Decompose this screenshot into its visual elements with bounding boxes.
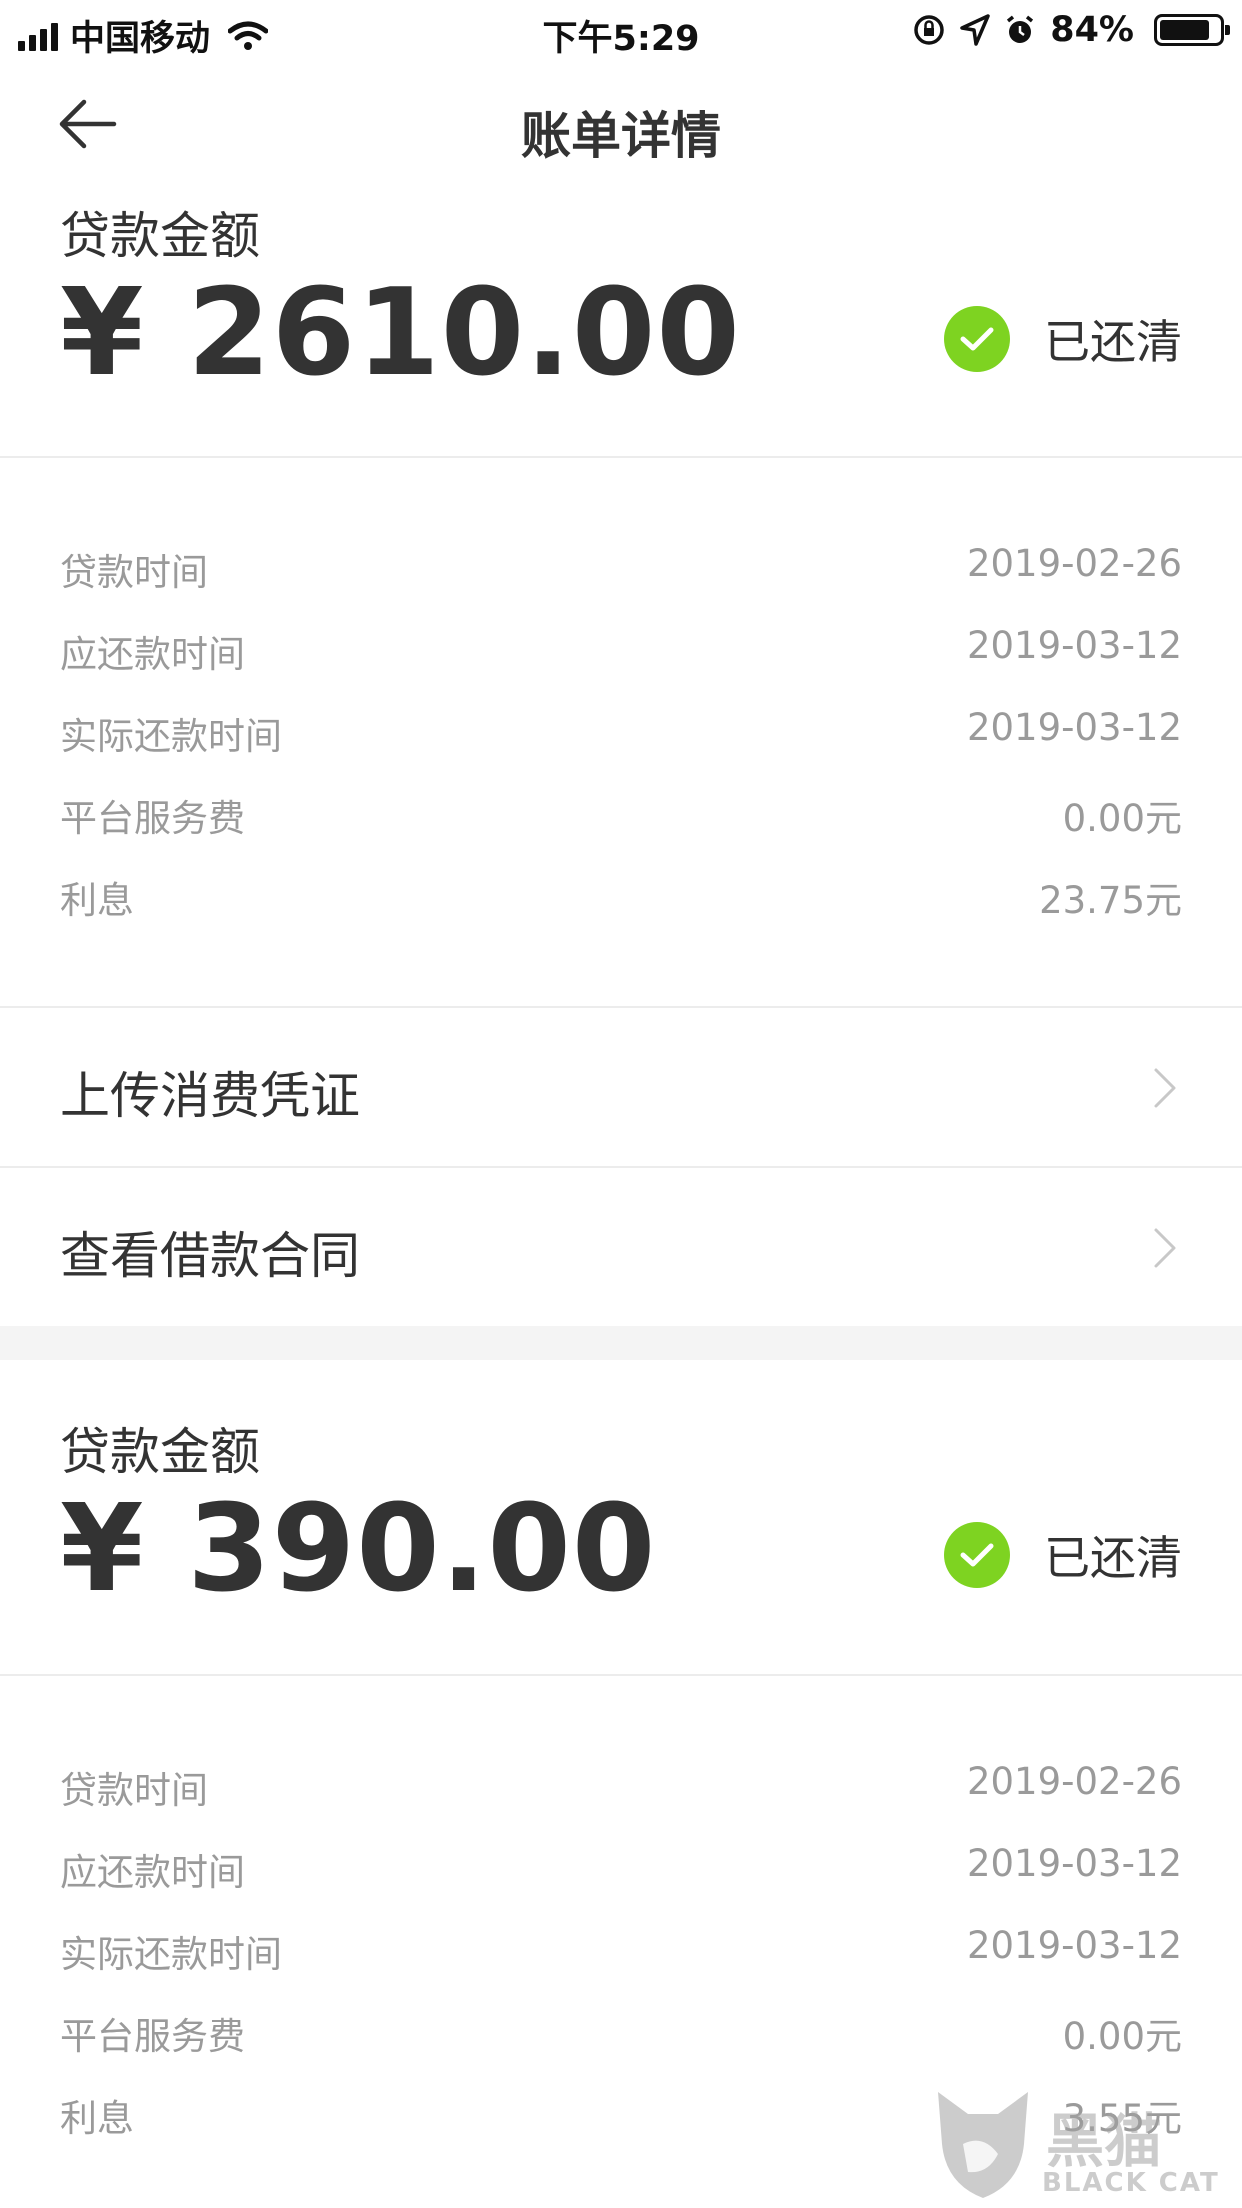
page-title: 账单详情 xyxy=(521,107,721,165)
detail-label: 实际还款时间 xyxy=(60,715,282,758)
detail-value: 0.00元 xyxy=(1062,797,1182,840)
chevron-right-icon xyxy=(1154,1228,1176,1268)
amount-label: 贷款金额 xyxy=(60,1423,260,1481)
detail-row-service-fee: 平台服务费 0.00元 xyxy=(0,2006,1242,2088)
detail-value: 2019-03-12 xyxy=(966,1842,1182,1885)
detail-value: 2019-03-12 xyxy=(966,1924,1182,1967)
status-text: 已还清 xyxy=(1044,315,1182,369)
divider xyxy=(0,1674,1242,1676)
detail-value: 0.00元 xyxy=(1062,2015,1182,2058)
upload-voucher-row[interactable]: 上传消费凭证 xyxy=(0,1008,1242,1166)
detail-label: 贷款时间 xyxy=(60,1769,208,1812)
detail-row-loan-date: 贷款时间 2019-02-26 xyxy=(0,542,1242,624)
detail-value: 23.75元 xyxy=(1039,879,1182,922)
rotation-lock-icon xyxy=(914,15,944,45)
check-circle-icon xyxy=(944,306,1010,372)
detail-label: 平台服务费 xyxy=(60,2015,245,2058)
detail-label: 应还款时间 xyxy=(60,1851,245,1894)
detail-row-service-fee: 平台服务费 0.00元 xyxy=(0,788,1242,870)
bill-card-2-header: 贷款金额 ¥ 390.00 已还清 xyxy=(0,1412,1242,1672)
view-contract-label: 查看借款合同 xyxy=(60,1227,360,1285)
loan-amount: ¥ 2610.00 xyxy=(60,264,741,403)
watermark: 黑猫 BLACK CAT xyxy=(928,2084,1228,2202)
amount-label: 贷款金额 xyxy=(60,207,260,265)
bill-card-1-details: 贷款时间 2019-02-26 应还款时间 2019-03-12 实际还款时间 201… xyxy=(0,542,1242,952)
detail-row-loan-date: 贷款时间 2019-02-26 xyxy=(0,1760,1242,1842)
nav-bar: 账单详情 xyxy=(0,62,1242,192)
detail-row-interest: 利息 23.75元 xyxy=(0,870,1242,952)
detail-label: 应还款时间 xyxy=(60,633,245,676)
divider xyxy=(0,456,1242,458)
view-contract-row[interactable]: 查看借款合同 xyxy=(0,1168,1242,1326)
status-badge: 已还清 xyxy=(944,1522,1182,1588)
detail-value: 2019-02-26 xyxy=(966,542,1182,585)
detail-label: 实际还款时间 xyxy=(60,1933,282,1976)
alarm-icon xyxy=(1007,15,1034,43)
detail-label: 平台服务费 xyxy=(60,797,245,840)
status-badge: 已还清 xyxy=(944,306,1182,372)
cat-logo-icon xyxy=(938,2092,1028,2198)
watermark-text: 黑猫 xyxy=(1046,2107,1163,2175)
detail-label: 贷款时间 xyxy=(60,551,208,594)
status-bar: 中国移动 下午5:29 84% xyxy=(0,0,1242,62)
detail-label: 利息 xyxy=(60,879,134,922)
battery-icon xyxy=(1154,14,1230,46)
chevron-right-icon xyxy=(1154,1068,1176,1108)
detail-value: 2019-03-12 xyxy=(966,706,1182,749)
status-text: 已还清 xyxy=(1044,1531,1182,1585)
detail-value: 2019-03-12 xyxy=(966,624,1182,667)
watermark-subtext: BLACK CAT xyxy=(1042,2168,1220,2198)
detail-row-repay-date: 实际还款时间 2019-03-12 xyxy=(0,1924,1242,2006)
section-separator xyxy=(0,1326,1242,1360)
battery-fill xyxy=(1160,20,1209,40)
location-icon xyxy=(960,14,990,46)
status-right: 84% xyxy=(912,10,1230,50)
check-circle-icon xyxy=(944,1522,1010,1588)
bill-card-1-header: 贷款金额 ¥ 2610.00 已还清 xyxy=(0,196,1242,456)
detail-row-due-date: 应还款时间 2019-03-12 xyxy=(0,1842,1242,1924)
detail-row-repay-date: 实际还款时间 2019-03-12 xyxy=(0,706,1242,788)
detail-value: 2019-02-26 xyxy=(966,1760,1182,1803)
loan-amount: ¥ 390.00 xyxy=(60,1480,657,1619)
battery-percent: 84% xyxy=(1050,10,1134,50)
upload-voucher-label: 上传消费凭证 xyxy=(60,1067,360,1125)
detail-row-due-date: 应还款时间 2019-03-12 xyxy=(0,624,1242,706)
detail-label: 利息 xyxy=(60,2097,134,2140)
